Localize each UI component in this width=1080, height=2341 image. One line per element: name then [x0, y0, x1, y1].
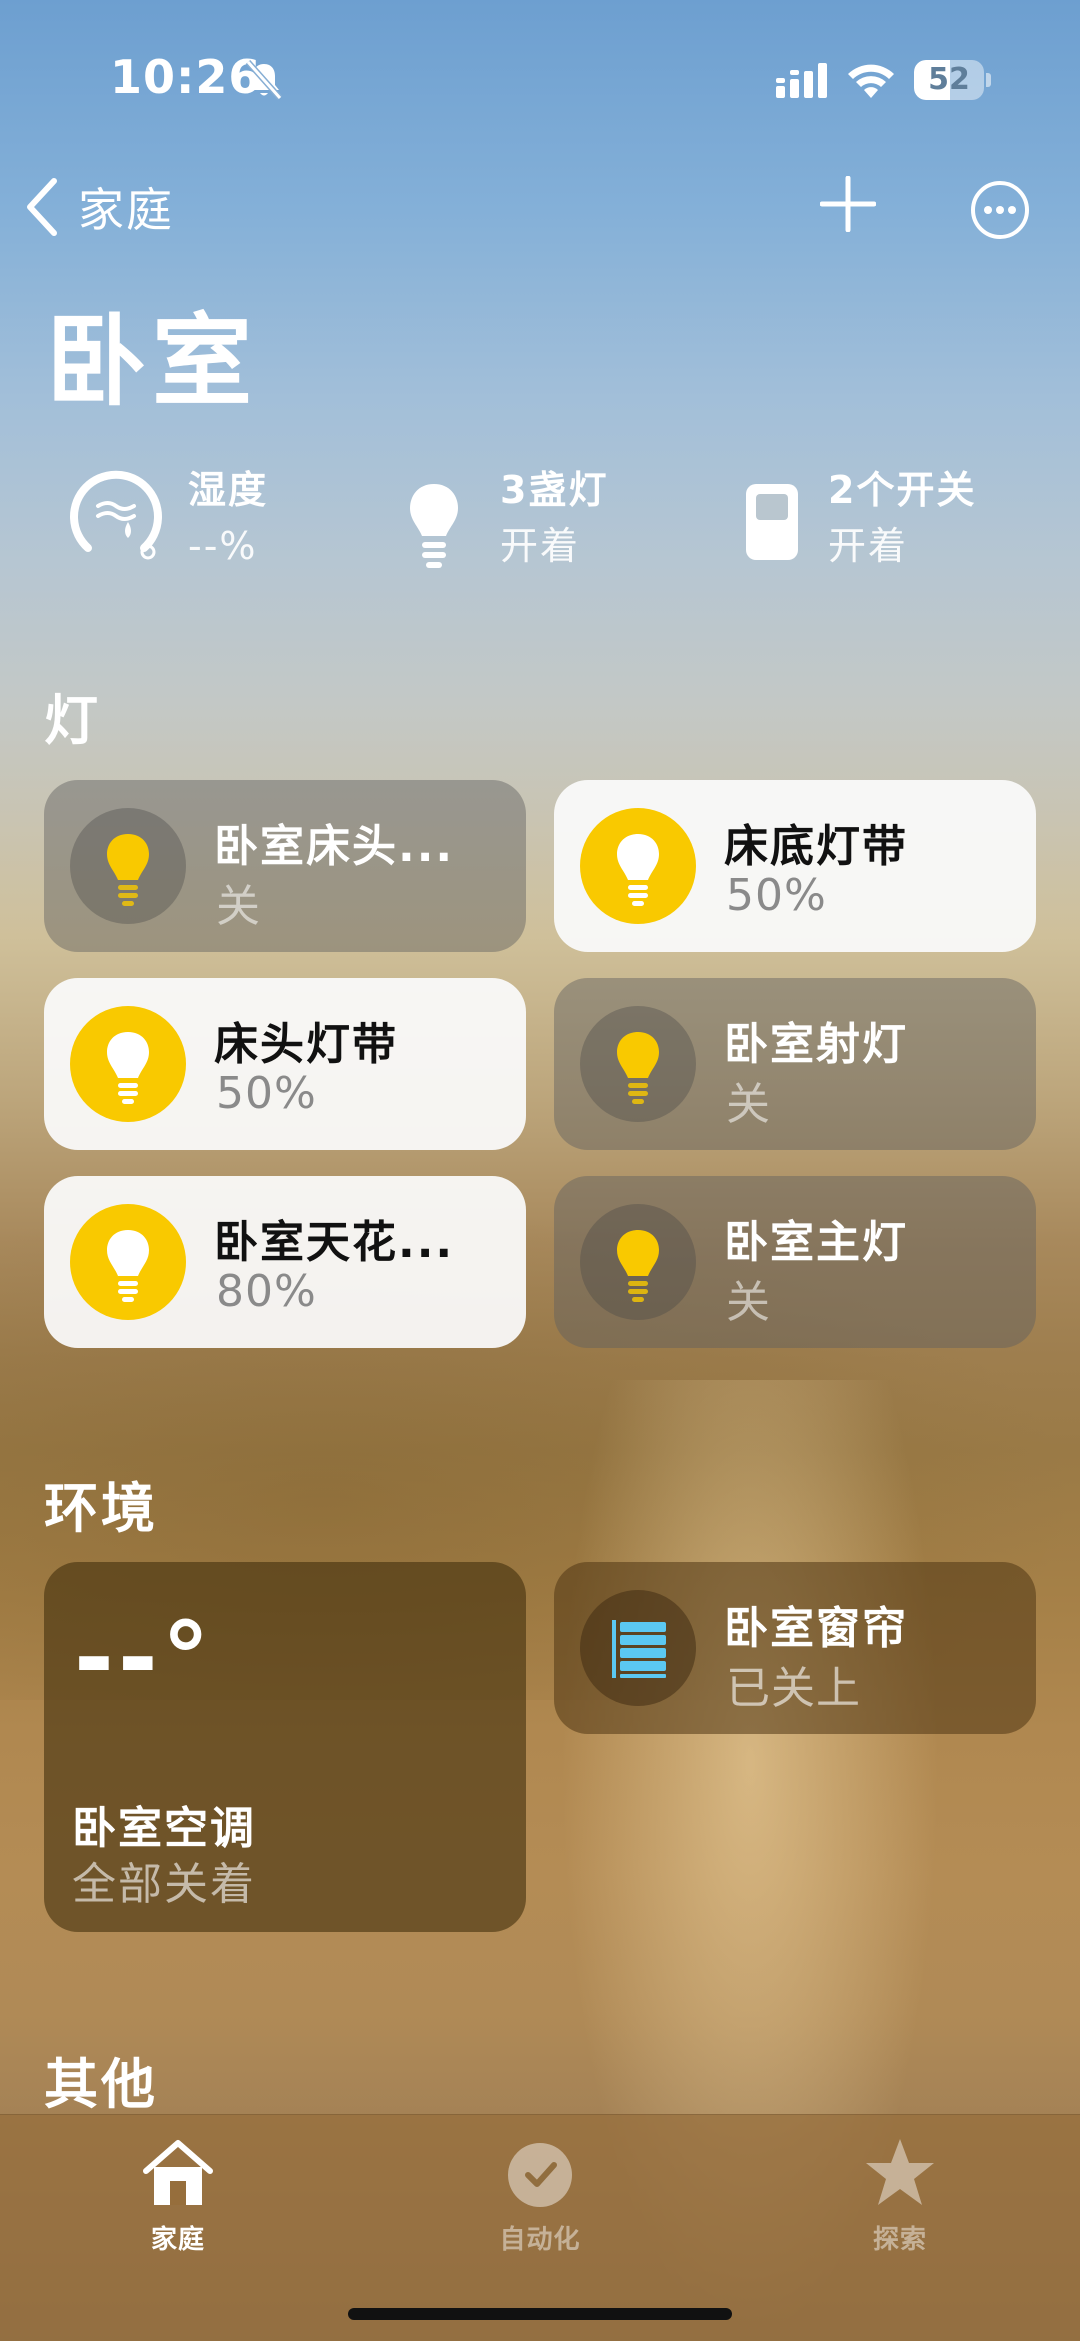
back-button[interactable]: 家庭: [22, 174, 174, 240]
light-tile[interactable]: 卧室天花... 80%: [44, 1176, 526, 1348]
battery-level: 52: [928, 62, 970, 97]
lightbulb-icon: [580, 808, 696, 924]
light-status: 50%: [216, 1068, 317, 1119]
switch-icon: [746, 484, 798, 560]
light-status: 80%: [216, 1266, 317, 1317]
summary-lights-value: 开着: [500, 524, 581, 568]
light-name: 床头灯带: [214, 1019, 398, 1070]
light-status: 关: [726, 1079, 771, 1130]
light-name: 卧室床头...: [214, 821, 455, 872]
status-time: 10:26: [110, 50, 262, 104]
summary-switches-label: 2个开关: [828, 468, 977, 512]
lightbulb-icon: [70, 1204, 186, 1320]
light-tile[interactable]: 卧室主灯关: [554, 1176, 1036, 1348]
tab-automation[interactable]: 自动化: [440, 2135, 640, 2275]
lightbulb-icon: [70, 1006, 186, 1122]
curtain-status: 已关上: [726, 1663, 861, 1714]
light-tile[interactable]: 卧室床头... 关: [44, 780, 526, 952]
tab-explore[interactable]: 探索: [800, 2135, 1000, 2275]
lightbulb-icon: [580, 1006, 696, 1122]
summary-lights[interactable]: 3盏灯 开着: [404, 462, 608, 580]
summary-switches-value: 开着: [828, 524, 909, 568]
ac-tile[interactable]: --° 卧室空调 全部关着: [44, 1562, 526, 1932]
light-name: 卧室射灯: [724, 1019, 908, 1070]
light-tile[interactable]: 卧室射灯关: [554, 978, 1036, 1150]
clock-check-icon: [508, 2143, 572, 2207]
tab-home-label: 家庭: [150, 2225, 205, 2255]
lightbulb-icon: [580, 1204, 696, 1320]
light-name: 卧室天花...: [214, 1217, 455, 1268]
light-name: 床底灯带: [724, 821, 908, 872]
section-environment: 环境: [44, 1477, 158, 1540]
tab-automation-label: 自动化: [499, 2225, 581, 2255]
summary-humidity-label: 湿度: [188, 468, 269, 512]
lightbulb-icon: [410, 484, 458, 568]
back-label: 家庭: [78, 183, 174, 237]
light-status: 关: [216, 881, 261, 932]
cellular-signal-icon: [776, 62, 830, 100]
summary-humidity-value: --%: [188, 524, 258, 568]
ac-status: 全部关着: [72, 1859, 256, 1910]
home-indicator: [348, 2308, 732, 2320]
light-tile[interactable]: 床底灯带 50%: [554, 780, 1036, 952]
tab-bar: 家庭 自动化 探索: [0, 2114, 1080, 2341]
ac-temperature: --°: [74, 1602, 214, 1714]
humidity-gauge-icon: [70, 470, 162, 560]
summary-switches[interactable]: 2个开关 开着: [744, 462, 976, 574]
ellipsis-circle-icon[interactable]: [970, 180, 1030, 240]
section-other: 其他: [44, 2053, 158, 2116]
tab-explore-label: 探索: [872, 2225, 927, 2255]
battery-icon: 52: [914, 60, 992, 100]
ac-name: 卧室空调: [72, 1803, 256, 1854]
window-blinds-icon: [580, 1590, 696, 1706]
summary-humidity[interactable]: 湿度 --%: [64, 462, 268, 574]
section-lights: 灯: [44, 689, 101, 752]
tab-home[interactable]: 家庭: [78, 2135, 278, 2275]
wifi-icon: [846, 60, 896, 100]
chevron-left-icon: [27, 178, 57, 236]
summary-lights-label: 3盏灯: [500, 468, 609, 512]
bell-slash-icon: [244, 58, 284, 102]
curtain-name: 卧室窗帘: [724, 1603, 908, 1654]
plus-icon[interactable]: [819, 175, 877, 233]
page-title: 卧室: [46, 303, 258, 420]
light-tile[interactable]: 床头灯带 50%: [44, 978, 526, 1150]
curtain-tile[interactable]: 卧室窗帘 已关上: [554, 1562, 1036, 1734]
house-icon: [143, 2140, 213, 2205]
lightbulb-icon: [70, 808, 186, 924]
light-name: 卧室主灯: [724, 1217, 908, 1268]
star-icon: [866, 2139, 934, 2205]
light-status: 50%: [726, 870, 827, 921]
light-status: 关: [726, 1277, 771, 1328]
